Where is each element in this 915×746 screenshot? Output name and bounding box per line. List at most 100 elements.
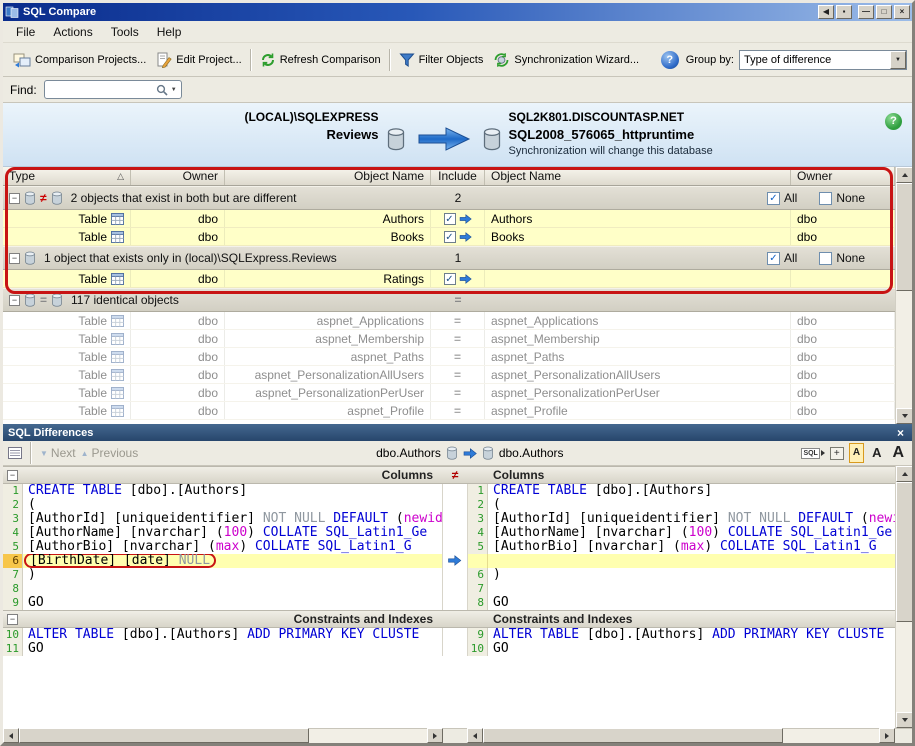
include-cell[interactable]: =: [431, 366, 485, 383]
object-name-cell: aspnet_PersonalizationAllUsers: [225, 366, 431, 383]
menu-help[interactable]: Help: [148, 22, 191, 42]
include-cell[interactable]: =: [431, 330, 485, 347]
edit-project-button[interactable]: Edit Project...: [151, 48, 246, 72]
collapse-icon[interactable]: −: [9, 295, 20, 306]
menu-actions[interactable]: Actions: [44, 22, 101, 42]
title-bar[interactable]: SQL Compare ◀ ▪ — □ ×: [3, 3, 912, 21]
refresh-comparison-label: Refresh Comparison: [280, 54, 381, 66]
include-checkbox[interactable]: ✓: [444, 273, 456, 285]
object-row[interactable]: Tabledboaspnet_Paths=aspnet_Pathsdbo: [3, 348, 895, 366]
sql-differences-title: SQL Differences: [8, 427, 93, 439]
include-cell[interactable]: ✓: [431, 270, 485, 287]
object-row[interactable]: Tabledboaspnet_PersonalizationPerUser=as…: [3, 384, 895, 402]
column-header-object-left[interactable]: Object Name: [225, 167, 431, 185]
collapse-icon[interactable]: −: [7, 470, 18, 481]
left-horizontal-scrollbar[interactable]: [3, 729, 443, 743]
maximize-button[interactable]: □: [876, 5, 892, 19]
scroll-down-button[interactable]: [896, 712, 912, 728]
include-cell[interactable]: =: [431, 402, 485, 419]
column-header-object-right[interactable]: Object Name: [485, 167, 791, 185]
font-size-large-button[interactable]: A: [889, 444, 907, 462]
right-horizontal-scrollbar[interactable]: [467, 729, 895, 743]
group-header-row[interactable]: −1 object that exists only in (local)\SQ…: [3, 246, 895, 270]
include-none-button[interactable]: None: [819, 191, 865, 205]
scroll-down-button[interactable]: [896, 408, 912, 424]
object-row[interactable]: TabledboRatings✓: [3, 270, 895, 288]
sql-differences-panel: SQL Differences × ▼ Next ▲ Previous dbo.…: [3, 424, 912, 743]
include-none-button[interactable]: None: [819, 251, 865, 265]
include-cell[interactable]: =: [431, 348, 485, 365]
filter-objects-button[interactable]: Filter Objects: [394, 48, 489, 72]
scroll-thumb[interactable]: [896, 183, 912, 291]
sections-list-icon[interactable]: [8, 447, 22, 459]
close-button[interactable]: ×: [894, 5, 910, 19]
next-difference-button[interactable]: ▼ Next: [40, 446, 76, 460]
collapse-icon[interactable]: −: [7, 614, 18, 625]
previous-difference-button[interactable]: ▲ Previous: [81, 446, 139, 460]
object-row[interactable]: Tabledboaspnet_Membership=aspnet_Members…: [3, 330, 895, 348]
line-number: 9: [3, 596, 23, 610]
left-sql-pane[interactable]: 1CREATE TABLE [dbo].[Authors]2(3[AuthorI…: [3, 484, 443, 610]
line-number: 4: [3, 526, 23, 540]
include-cell[interactable]: =: [431, 312, 485, 329]
menu-tools[interactable]: Tools: [102, 22, 148, 42]
object-row[interactable]: TabledboBooks✓Booksdbo: [3, 228, 895, 246]
column-header-include[interactable]: Include: [431, 167, 485, 185]
scroll-up-button[interactable]: [896, 466, 912, 482]
help-icon[interactable]: ?: [661, 51, 679, 69]
collapse-icon[interactable]: −: [9, 253, 20, 264]
find-dropdown-icon[interactable]: ▼: [171, 87, 177, 93]
left-sql-pane[interactable]: 10ALTER TABLE [dbo].[Authors] ADD PRIMAR…: [3, 628, 443, 656]
include-cell[interactable]: ✓: [431, 210, 485, 227]
sql-differences-titlebar[interactable]: SQL Differences ×: [3, 424, 912, 441]
dock-button[interactable]: ◀: [818, 5, 834, 19]
refresh-comparison-button[interactable]: Refresh Comparison: [255, 48, 386, 72]
object-row[interactable]: Tabledboaspnet_Profile=aspnet_Profiledbo: [3, 402, 895, 420]
chevron-down-icon[interactable]: ▼: [890, 51, 906, 69]
scroll-left-button[interactable]: [3, 728, 19, 743]
collapse-icon[interactable]: −: [9, 193, 20, 204]
scroll-right-button[interactable]: [879, 728, 895, 743]
group-header-row[interactable]: −≠2 objects that exist in both but are d…: [3, 186, 895, 210]
scroll-thumb[interactable]: [483, 728, 783, 743]
include-checkbox[interactable]: ✓: [444, 231, 456, 243]
group-label-cell: −≠2 objects that exist in both but are d…: [3, 191, 431, 205]
minimize-button[interactable]: —: [858, 5, 874, 19]
scroll-left-button[interactable]: [467, 728, 483, 743]
scroll-up-button[interactable]: [896, 167, 912, 183]
menu-file[interactable]: File: [7, 22, 44, 42]
object-row[interactable]: TabledboAuthors✓Authorsdbo: [3, 210, 895, 228]
include-all-button[interactable]: ✓All: [767, 191, 797, 205]
owner-right-cell: dbo: [791, 228, 895, 245]
object-row[interactable]: Tabledboaspnet_PersonalizationAllUsers=a…: [3, 366, 895, 384]
include-all-button[interactable]: ✓All: [767, 251, 797, 265]
differences-vertical-scrollbar[interactable]: [895, 466, 912, 728]
scroll-right-button[interactable]: [427, 728, 443, 743]
include-cell[interactable]: =: [431, 384, 485, 401]
scroll-thumb[interactable]: [896, 482, 912, 622]
sync-wizard-button[interactable]: Synchronization Wizard...: [488, 48, 644, 72]
column-header-owner-right[interactable]: Owner: [791, 167, 895, 185]
find-field[interactable]: [49, 83, 156, 97]
find-input[interactable]: ▼: [44, 80, 182, 99]
object-row[interactable]: Tabledboaspnet_Applications=aspnet_Appli…: [3, 312, 895, 330]
sql-script-icon[interactable]: SQL: [801, 448, 824, 459]
column-header-type[interactable]: Type △: [3, 167, 131, 185]
comparison-projects-button[interactable]: Comparison Projects...: [8, 48, 151, 72]
group-header-row[interactable]: −=117 identical objects=: [3, 288, 895, 312]
include-checkbox[interactable]: ✓: [444, 213, 456, 225]
restore-panel-button[interactable]: ▪: [836, 5, 852, 19]
grid-vertical-scrollbar[interactable]: [895, 167, 912, 424]
close-differences-icon[interactable]: ×: [894, 426, 907, 440]
group-by-select[interactable]: Type of difference ▼: [739, 50, 907, 70]
font-size-medium-button[interactable]: A: [869, 444, 884, 462]
scroll-thumb[interactable]: [19, 728, 309, 743]
font-size-small-button[interactable]: A: [849, 443, 864, 463]
right-sql-pane[interactable]: 9ALTER TABLE [dbo].[Authors] ADD PRIMARY…: [467, 628, 912, 656]
right-sql-pane[interactable]: 1CREATE TABLE [dbo].[Authors]2(3[AuthorI…: [467, 484, 912, 610]
expand-all-button[interactable]: +: [830, 447, 844, 460]
not-equal-icon: ≠: [40, 191, 47, 205]
column-header-owner-left[interactable]: Owner: [131, 167, 225, 185]
include-cell[interactable]: ✓: [431, 228, 485, 245]
header-help-icon[interactable]: ?: [885, 113, 902, 130]
